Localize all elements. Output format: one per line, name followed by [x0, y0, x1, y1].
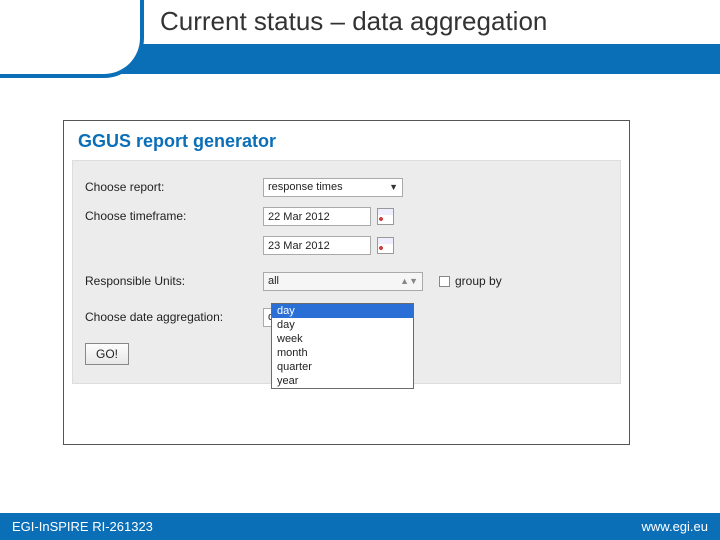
- header-bar: [0, 44, 720, 74]
- date-to-value: 23 Mar 2012: [268, 240, 330, 252]
- label-timeframe: Choose timeframe:: [85, 209, 263, 223]
- panel-title: GGUS report generator: [64, 121, 629, 160]
- aggregation-option[interactable]: day: [272, 318, 413, 332]
- footer-left: EGI-InSPIRE RI-261323: [12, 519, 153, 534]
- label-report: Choose report:: [85, 180, 263, 194]
- label-aggregation: Choose date aggregation:: [85, 310, 263, 324]
- aggregation-option[interactable]: day: [272, 304, 413, 318]
- page-title: Current status – data aggregation: [160, 6, 547, 37]
- footer: EGI-InSPIRE RI-261323 www.egi.eu: [0, 513, 720, 540]
- report-select-value: response times: [268, 180, 343, 194]
- footer-right: www.egi.eu: [642, 519, 708, 534]
- report-generator-panel: GGUS report generator Choose report: res…: [63, 120, 630, 445]
- aggregation-option[interactable]: week: [272, 332, 413, 346]
- date-from-value: 22 Mar 2012: [268, 211, 330, 223]
- label-groupby: group by: [455, 274, 502, 288]
- aggregation-option[interactable]: year: [272, 374, 413, 388]
- aggregation-option[interactable]: month: [272, 346, 413, 360]
- aggregation-option[interactable]: quarter: [272, 360, 413, 374]
- calendar-icon[interactable]: [377, 208, 394, 225]
- units-value: all: [268, 274, 279, 288]
- label-units: Responsible Units:: [85, 274, 263, 288]
- groupby-checkbox[interactable]: [439, 276, 450, 287]
- form-area: Choose report: response times ▼ Choose t…: [72, 160, 621, 384]
- calendar-icon[interactable]: [377, 237, 394, 254]
- date-to-input[interactable]: 23 Mar 2012: [263, 236, 371, 255]
- units-select[interactable]: all ▲▼: [263, 272, 423, 291]
- chevron-down-icon: ▼: [389, 180, 398, 194]
- aggregation-dropdown[interactable]: day day week month quarter year: [271, 303, 414, 389]
- report-select[interactable]: response times ▼: [263, 178, 403, 197]
- stepper-icon: ▲▼: [400, 274, 418, 288]
- go-button[interactable]: GO!: [85, 343, 129, 365]
- date-from-input[interactable]: 22 Mar 2012: [263, 207, 371, 226]
